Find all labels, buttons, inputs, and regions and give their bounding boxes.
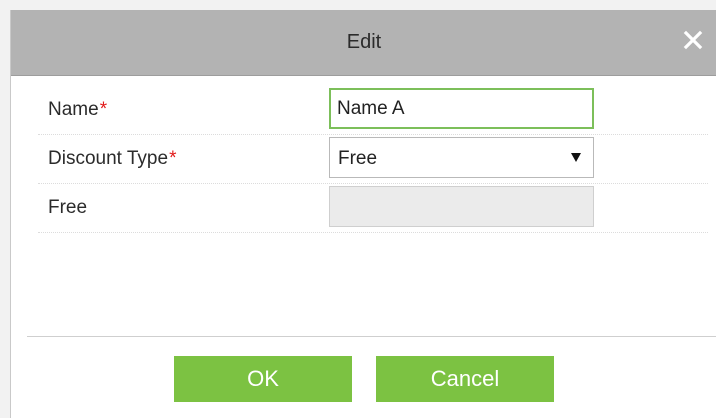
name-row: Name* — [38, 86, 708, 135]
required-marker: * — [99, 99, 108, 120]
free-row: Free — [38, 184, 708, 233]
cancel-button[interactable]: Cancel — [376, 356, 554, 402]
discount-type-select[interactable]: Free — [329, 137, 594, 178]
edit-dialog: Edit Name* Discount Type* Free Free OK C… — [10, 10, 716, 418]
dialog-title: Edit — [346, 31, 382, 53]
free-label: Free — [48, 197, 88, 218]
dropdown-arrow-icon — [571, 153, 581, 162]
ok-button[interactable]: OK — [174, 356, 352, 402]
free-input — [329, 186, 594, 227]
footer-divider — [27, 336, 716, 337]
name-label: Name* — [48, 99, 108, 120]
required-marker: * — [169, 148, 177, 169]
discount-type-row: Discount Type* Free — [38, 135, 708, 184]
close-icon[interactable] — [681, 28, 705, 52]
discount-type-value: Free — [338, 148, 378, 169]
discount-type-label: Discount Type* — [48, 148, 177, 169]
dialog-titlebar: Edit — [11, 10, 716, 76]
name-input[interactable] — [329, 88, 594, 129]
